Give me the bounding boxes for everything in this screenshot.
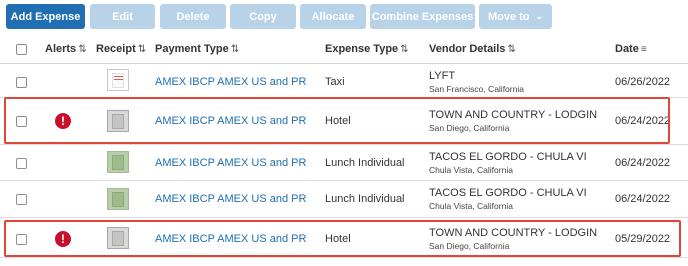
expense-type: Taxi [325, 76, 345, 88]
add-expense-button[interactable]: Add Expense [6, 4, 85, 29]
table-row[interactable]: AMEX IBCP AMEX US and PR Lunch Individua… [0, 145, 688, 181]
expense-date: 05/29/2022 [615, 233, 671, 245]
table-row[interactable]: AMEX IBCP AMEX US and PR Taxi LYFT San F… [0, 64, 688, 98]
vendor-details-column-header[interactable]: Vendor Details ⇅ [429, 43, 516, 55]
row-checkbox[interactable] [16, 234, 27, 245]
sort-icon: ⇅ [78, 44, 87, 55]
payment-type-header-label: Payment Type [155, 43, 229, 55]
vendor-name: TACOS EL GORDO - CHULA VI [429, 187, 587, 199]
table-row[interactable]: AMEX IBCP AMEX US and PR Lunch Individua… [0, 181, 688, 218]
receipt-page [112, 155, 124, 170]
select-all-checkbox[interactable] [16, 44, 27, 55]
expense-type: Lunch Individual [325, 157, 405, 169]
vendor-location: Chula Vista, California [429, 165, 513, 175]
vendor-location: San Diego, California [429, 123, 510, 133]
vendor-location: San Diego, California [429, 241, 510, 251]
date-header-label: Date [615, 43, 639, 55]
receipt-page [112, 192, 124, 207]
row-checkbox[interactable] [16, 194, 27, 205]
receipt-mark [114, 79, 123, 80]
sort-icon: ⇅ [137, 44, 147, 55]
payment-type-column-header[interactable]: Payment Type ⇅ [155, 43, 239, 55]
move-to-button[interactable]: Move to ⌄ [479, 4, 552, 29]
expense-date: 06/24/2022 [615, 193, 671, 205]
combine-expenses-button[interactable]: Combine Expenses [370, 4, 475, 29]
alert-icon[interactable]: ! [55, 113, 71, 129]
receipt-thumbnail[interactable] [107, 188, 129, 210]
receipt-thumbnail[interactable] [107, 110, 129, 132]
table-row[interactable]: ! AMEX IBCP AMEX US and PR Hotel TOWN AN… [0, 218, 688, 258]
edit-button[interactable]: Edit [90, 4, 155, 29]
move-to-label: Move to [487, 10, 530, 23]
vendor-location: San Francisco, California [429, 84, 524, 94]
receipt-page [112, 114, 124, 129]
vendor-name: TOWN AND COUNTRY - LODGIN [429, 227, 598, 239]
receipt-page [112, 231, 124, 246]
payment-type-link[interactable]: AMEX IBCP AMEX US and PR [155, 233, 306, 245]
payment-type-link[interactable]: AMEX IBCP AMEX US and PR [155, 157, 306, 169]
allocate-button[interactable]: Allocate [300, 4, 366, 29]
receipt-thumbnail[interactable] [107, 69, 129, 91]
row-checkbox[interactable] [16, 77, 27, 88]
expense-date: 06/24/2022 [615, 157, 671, 169]
receipt-thumbnail[interactable] [107, 227, 129, 249]
payment-type-link[interactable]: AMEX IBCP AMEX US and PR [155, 193, 306, 205]
alert-glyph: ! [61, 114, 65, 128]
chevron-down-icon: ⌄ [535, 11, 544, 21]
vendor-name: TOWN AND COUNTRY - LODGIN [429, 109, 598, 121]
receipt-mark [114, 76, 123, 77]
receipt-header-label: Receipt [96, 43, 136, 55]
expense-type: Hotel [325, 233, 351, 245]
sort-icon: ⇅ [400, 44, 409, 55]
alerts-header-label: Alerts [45, 43, 77, 55]
vendor-name: LYFT [429, 70, 456, 82]
sort-icon: ⇅ [230, 44, 240, 55]
alert-glyph: ! [61, 232, 65, 246]
expense-date: 06/26/2022 [615, 76, 671, 88]
receipt-column-header[interactable]: Receipt ⇅ [96, 43, 146, 55]
table-header: Alerts ⇅ Receipt ⇅ Payment Type ⇅ Expense T… [0, 34, 688, 64]
expense-type-column-header[interactable]: Expense Type ⇅ [325, 43, 409, 55]
toolbar: Add Expense Edit Delete Copy Allocate Co… [0, 0, 688, 34]
expense-type-header-label: Expense Type [325, 43, 399, 55]
sort-icon: ⇅ [507, 44, 516, 55]
sort-descending-icon: ≡ [640, 44, 647, 55]
receipt-thumbnail[interactable] [107, 151, 129, 173]
row-checkbox[interactable] [16, 116, 27, 127]
vendor-name: TACOS EL GORDO - CHULA VI [429, 151, 587, 163]
payment-type-link[interactable]: AMEX IBCP AMEX US and PR [155, 115, 306, 127]
vendor-location: Chula Vista, California [429, 201, 513, 211]
delete-button[interactable]: Delete [160, 4, 226, 29]
table-row[interactable]: ! AMEX IBCP AMEX US and PR Hotel TOWN AN… [0, 98, 688, 145]
alert-icon[interactable]: ! [55, 231, 71, 247]
expense-date: 06/24/2022 [615, 115, 671, 127]
payment-type-link[interactable]: AMEX IBCP AMEX US and PR [155, 76, 306, 88]
expense-type: Lunch Individual [325, 193, 405, 205]
expense-type: Hotel [325, 115, 351, 127]
date-column-header[interactable]: Date ≡ [615, 43, 647, 55]
vendor-details-header-label: Vendor Details [429, 43, 506, 55]
alerts-column-header[interactable]: Alerts ⇅ [45, 43, 87, 55]
row-checkbox[interactable] [16, 158, 27, 169]
copy-button[interactable]: Copy [230, 4, 296, 29]
